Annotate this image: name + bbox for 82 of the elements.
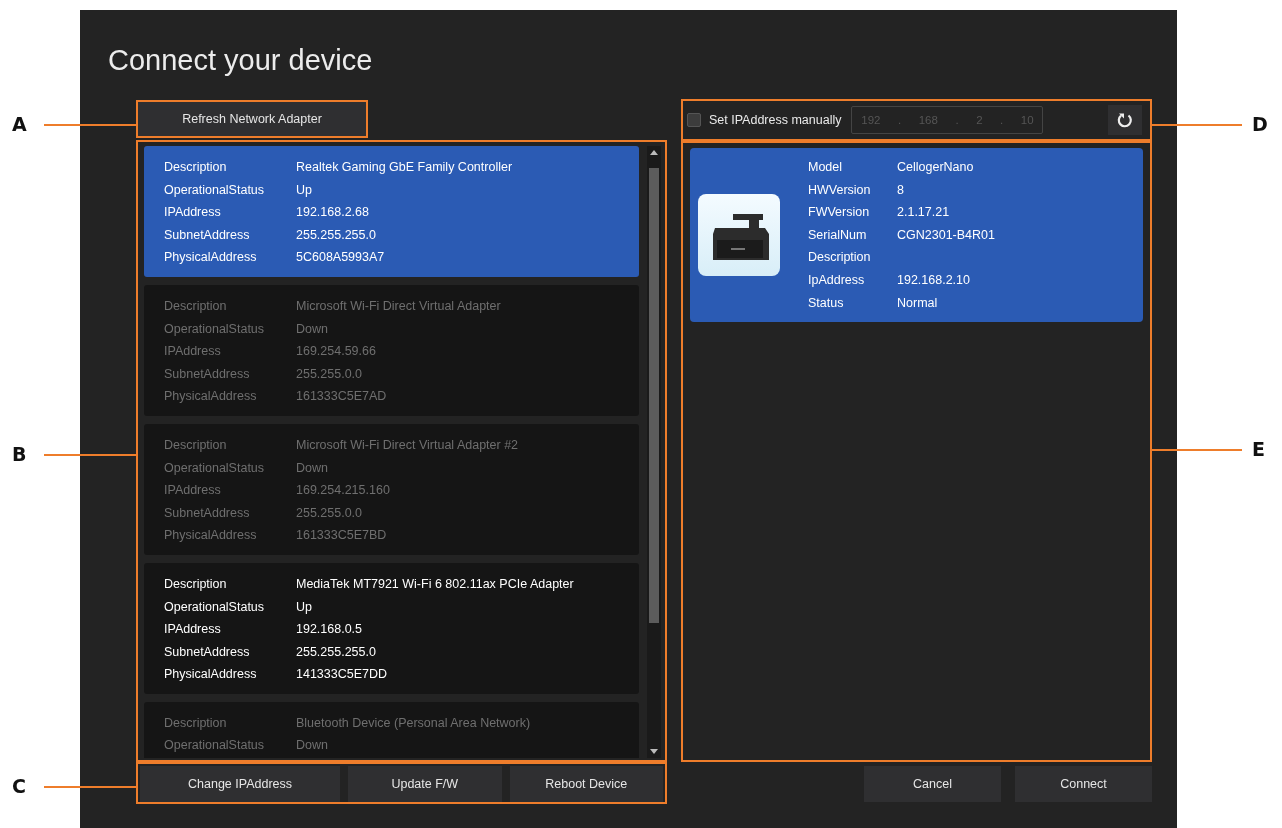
field-label: SubnetAddress [164, 365, 251, 383]
field-value: 161333C5E7BD [296, 527, 388, 545]
field-value: Normal [897, 294, 939, 312]
field-label: IPAddress [164, 204, 222, 222]
octet-separator: . [1000, 114, 1004, 126]
annotation-letter: B [12, 443, 27, 465]
field-label: PhysicalAddress [164, 388, 258, 406]
field-label: FWVersion [808, 204, 871, 222]
field-value: Down [296, 320, 329, 338]
field-label: IPAddress [164, 482, 222, 500]
field-value: 5C608A5993A7 [296, 249, 386, 267]
field-label: SubnetAddress [164, 226, 251, 244]
field-value: 255.255.255.0 [296, 226, 377, 244]
field-label: Status [808, 294, 845, 312]
field-value: 2.1.17.21 [897, 204, 951, 222]
adapter-action-button[interactable]: Update F/W [348, 766, 502, 802]
dialog-title: Connect your device [108, 43, 374, 78]
adapter-card[interactable]: Description Realtek Gaming GbE Family Controller OperationalStatus Up IPAddress 192.168.2.68 SubnetAddress 255.255.255.0 PhysicalAddress 5C608A5993A7 [144, 146, 639, 277]
field-value: Bluetooth Device (Personal Area Network) [296, 714, 532, 732]
scrollbar-thumb[interactable] [649, 168, 659, 623]
field-label: Description [164, 297, 228, 315]
field-value: Up [296, 181, 313, 199]
field-value: 192.168.2.10 [897, 271, 971, 289]
adapter-action-button[interactable]: Reboot Device [509, 766, 663, 802]
field-value: 255.255.255.0 [296, 643, 377, 661]
refresh-button[interactable] [1108, 105, 1142, 135]
scrollbar[interactable] [647, 146, 661, 758]
adapter-action-button[interactable]: Change IPAddress [140, 766, 340, 802]
field-value: Down [296, 737, 329, 755]
field-value: 169.254.215.160 [296, 482, 391, 500]
field-value: 255.255.0.0 [296, 504, 364, 522]
annotation-letter: A [12, 113, 27, 135]
octet-separator: . [955, 114, 959, 126]
refresh-adapter-button[interactable]: Refresh Network Adapter [138, 102, 366, 136]
field-label: IPAddress [164, 621, 222, 639]
field-label: Model [808, 159, 844, 176]
field-value: Microsoft Wi-Fi Direct Virtual Adapter [296, 297, 502, 315]
field-value: Down [296, 459, 329, 477]
field-label: HWVersion [808, 181, 872, 199]
refresh-icon [1117, 112, 1133, 128]
field-value: Up [296, 598, 313, 616]
dialog-button[interactable]: Connect [1015, 766, 1152, 802]
field-label: SubnetAddress [164, 504, 251, 522]
field-label: OperationalStatus [164, 181, 266, 199]
field-label: Description [164, 575, 228, 593]
field-label: SubnetAddress [164, 643, 251, 661]
field-value: Realtek Gaming GbE Family Controller [296, 159, 514, 176]
field-label: OperationalStatus [164, 737, 266, 755]
annotation-letter: D [1252, 113, 1268, 135]
field-value: CellogerNano [897, 159, 975, 176]
dialog-button[interactable]: Cancel [864, 766, 1001, 802]
field-label: Description [808, 249, 872, 267]
scroll-down-arrow-icon[interactable] [650, 749, 658, 754]
field-label: IpAddress [808, 271, 866, 289]
field-label: OperationalStatus [164, 459, 266, 477]
field-value: 141333C5E7DD [296, 666, 389, 684]
field-label: IPAddress [164, 343, 222, 361]
field-value: CGN2301-B4R01 [897, 226, 995, 244]
field-label: SerialNum [808, 226, 868, 244]
field-label: PhysicalAddress [164, 527, 258, 545]
field-value: MediaTek MT7921 Wi-Fi 6 802.11ax PCIe Adapter [296, 575, 575, 593]
field-value: 169.254.59.66 [296, 343, 377, 361]
octet-separator: . [897, 114, 902, 126]
field-value: Microsoft Wi-Fi Direct Virtual Adapter #2 [296, 436, 520, 454]
adapter-card[interactable]: Description MediaTek MT7921 Wi-Fi 6 802.11ax PCIe Adapter OperationalStatus Up IPAddress 192.168.0.5 SubnetAddress 255.255.255.0 PhysicalAddress 141333C5E7DD [144, 562, 639, 694]
field-label: Description [164, 159, 228, 176]
field-value: 255.255.0.0 [296, 365, 364, 383]
field-value: 192.168.0.5 [296, 621, 364, 639]
device-card[interactable]: Model CellogerNano HWVersion 8 FWVersion 2.1.17.21 SerialNum CGN2301-B4R01 Description IpAddress 192.168.2.10 Status Normal [690, 148, 1143, 323]
field-value: 192.168.2.68 [296, 204, 370, 222]
field-label: OperationalStatus [164, 320, 266, 338]
field-label: OperationalStatus [164, 598, 266, 616]
field-label: PhysicalAddress [164, 666, 258, 684]
field-value: 161333C5E7AD [296, 388, 388, 406]
field-label: PhysicalAddress [164, 249, 258, 267]
annotation-letter: C [12, 775, 26, 797]
field-label: Description [164, 436, 228, 454]
annotation-letter: E [1252, 438, 1265, 460]
manual-ip-label: Set IPAddress manually [709, 113, 842, 127]
field-label: Description [164, 714, 228, 732]
scroll-up-arrow-icon[interactable] [650, 150, 658, 155]
field-value: 8 [897, 181, 905, 199]
